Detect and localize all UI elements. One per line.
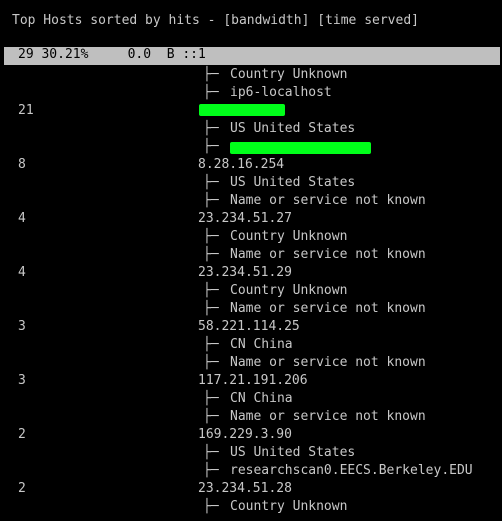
- host-detail: Name or service not known: [230, 193, 426, 208]
- tree-branch-icon: ├─: [203, 391, 219, 406]
- host-detail: Name or service not known: [230, 355, 426, 370]
- host-row[interactable]: 8 8.28.16.254: [0, 156, 502, 174]
- tree-branch-icon: ├─: [203, 175, 219, 190]
- selected-host-row[interactable]: 29 30.21% 0.0 B ::1: [4, 47, 500, 65]
- tree-branch-icon: ├─: [203, 499, 219, 514]
- host-detail: ip6-localhost: [230, 85, 332, 100]
- host-address: 8.28.16.254: [198, 157, 285, 172]
- tree-branch-icon: ├─: [203, 355, 219, 370]
- host-detail: Country Unknown: [230, 499, 348, 514]
- host-detail: researchscan0.EECS.Berkeley.EDU: [230, 463, 473, 478]
- host-detail-row: ├─ US United States: [0, 174, 502, 192]
- host-detail-row: ├─ US United States: [0, 120, 502, 138]
- host-detail-row: ├─ Name or service not known: [0, 354, 502, 372]
- host-detail-row: ├─ Name or service not known: [0, 246, 502, 264]
- host-row[interactable]: 2 169.229.3.90: [0, 426, 502, 444]
- redacted-host-ip: [199, 104, 285, 116]
- host-address: 23.234.51.28: [198, 481, 292, 496]
- tree-branch-icon: ├─: [203, 229, 219, 244]
- hit-count: 4: [18, 211, 26, 226]
- host-detail-row: ├─ US United States: [0, 444, 502, 462]
- host-detail-row: ├─ Country Unknown: [0, 228, 502, 246]
- host-row[interactable]: 4 23.234.51.27: [0, 210, 502, 228]
- tree-branch-icon: ├─: [203, 409, 219, 424]
- host-address: 23.234.51.29: [198, 265, 292, 280]
- hit-count: 2: [18, 427, 26, 442]
- host-detail: Country Unknown: [230, 229, 348, 244]
- host-detail-row: ├─ Name or service not known: [0, 300, 502, 318]
- host-detail-row: ├─ ip6-localhost: [0, 84, 502, 102]
- tree-branch-icon: ├─: [203, 193, 219, 208]
- host-detail: CN China: [230, 391, 293, 406]
- redacted-host-name: [230, 142, 371, 154]
- tree-branch-icon: ├─: [203, 67, 219, 82]
- host-detail: Name or service not known: [230, 409, 426, 424]
- tree-branch-icon: ├─: [203, 247, 219, 262]
- tree-branch-icon: ├─: [203, 121, 219, 136]
- hit-count: 4: [18, 265, 26, 280]
- host-address: 58.221.114.25: [198, 319, 300, 334]
- tree-branch-icon: ├─: [203, 301, 219, 316]
- host-detail-row: ├─ Country Unknown: [0, 282, 502, 300]
- hit-count: 21: [18, 103, 34, 118]
- host-detail-row: ├─ Name or service not known: [0, 192, 502, 210]
- host-row[interactable]: 3 117.21.191.206: [0, 372, 502, 390]
- host-detail: US United States: [230, 121, 356, 136]
- hit-count: 2: [18, 481, 26, 496]
- terminal-window: Top Hosts sorted by hits - [bandwidth] […: [0, 0, 502, 521]
- hit-count: 3: [18, 319, 26, 334]
- host-detail: Name or service not known: [230, 301, 426, 316]
- selected-host-row-text: 29 30.21% 0.0 B ::1: [18, 47, 206, 62]
- host-address: 117.21.191.206: [198, 373, 308, 388]
- host-row[interactable]: 2 23.234.51.28: [0, 480, 502, 498]
- panel-title: Top Hosts sorted by hits - [bandwidth] […: [12, 13, 419, 28]
- host-detail: CN China: [230, 337, 293, 352]
- tree-branch-icon: ├─: [203, 463, 219, 478]
- tree-branch-icon: ├─: [203, 283, 219, 298]
- host-detail: Country Unknown: [230, 67, 348, 82]
- tree-branch-icon: ├─: [203, 139, 219, 154]
- host-detail: US United States: [230, 445, 356, 460]
- hit-count: 8: [18, 157, 26, 172]
- tree-branch-icon: ├─: [203, 445, 219, 460]
- tree-branch-icon: ├─: [203, 85, 219, 100]
- host-detail-row: ├─ Country Unknown: [0, 498, 502, 516]
- host-row[interactable]: 4 23.234.51.29: [0, 264, 502, 282]
- host-detail: US United States: [230, 175, 356, 190]
- hit-count: 3: [18, 373, 26, 388]
- host-detail-row: ├─ Name or service not known: [0, 408, 502, 426]
- host-detail-row: ├─ CN China: [0, 390, 502, 408]
- host-detail: Name or service not known: [230, 247, 426, 262]
- host-row[interactable]: 3 58.221.114.25: [0, 318, 502, 336]
- host-detail-row: ├─ CN China: [0, 336, 502, 354]
- host-address: 169.229.3.90: [198, 427, 292, 442]
- host-detail-row: ├─ Country Unknown: [0, 66, 502, 84]
- host-detail: Country Unknown: [230, 283, 348, 298]
- host-detail-row: ├─ researchscan0.EECS.Berkeley.EDU: [0, 462, 502, 480]
- tree-branch-icon: ├─: [203, 337, 219, 352]
- host-address: 23.234.51.27: [198, 211, 292, 226]
